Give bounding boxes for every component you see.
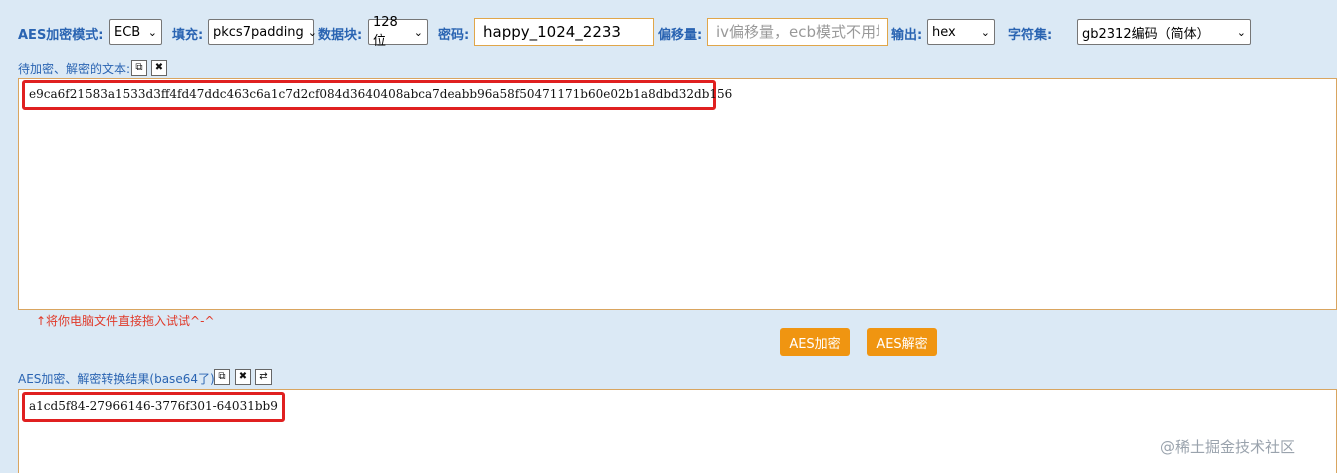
block-label: 数据块:	[318, 28, 363, 43]
padding-select[interactable]: pkcs7padding ⌄	[208, 19, 318, 45]
mode-label: AES加密模式:	[18, 28, 104, 43]
mode-select[interactable]: ECB ⌄	[109, 19, 162, 45]
swap-arrows-icon: ⇄	[259, 371, 268, 382]
padding-label: 填充:	[172, 28, 204, 43]
clear-output-button[interactable]: ✖	[235, 369, 251, 385]
charset-label: 字符集:	[1008, 28, 1053, 43]
chevron-down-icon: ⌄	[980, 25, 990, 39]
input-text: e9ca6f21583a1533d3ff4fd47ddc463c6a1c7d2c…	[29, 87, 733, 101]
copy-output-button[interactable]: ⧉	[214, 369, 230, 385]
input-textarea[interactable]	[18, 78, 1337, 310]
clear-input-button[interactable]: ✖	[151, 60, 167, 76]
chevron-down-icon: ⌄	[307, 25, 318, 39]
password-input[interactable]	[481, 18, 647, 46]
output-label: 输出:	[891, 28, 923, 43]
chevron-down-icon: ⌄	[147, 25, 157, 39]
output-select-value: hex	[932, 24, 956, 40]
password-field[interactable]	[474, 18, 654, 46]
copy-icon: ⧉	[218, 371, 226, 382]
chevron-down-icon: ⌄	[1236, 25, 1246, 39]
watermark: @稀土掘金技术社区	[1160, 438, 1296, 456]
iv-field[interactable]	[707, 18, 888, 46]
charset-select-value: gb2312编码（简体）	[1082, 26, 1210, 42]
aes-encrypt-button[interactable]: AES加密	[780, 328, 850, 356]
output-select[interactable]: hex ⌄	[927, 19, 995, 45]
close-icon: ✖	[238, 371, 248, 382]
output-section-label: AES加密、解密转换结果(base64了):	[18, 372, 219, 386]
output-text: a1cd5f84-27966146-3776f301-64031bb9	[29, 399, 278, 413]
swap-button[interactable]: ⇄	[255, 369, 272, 385]
copy-icon: ⧉	[135, 62, 143, 73]
charset-select[interactable]: gb2312编码（简体） ⌄	[1077, 19, 1251, 45]
mode-select-value: ECB	[114, 24, 141, 40]
aes-decrypt-button[interactable]: AES解密	[867, 328, 937, 356]
padding-select-value: pkcs7padding	[213, 24, 304, 40]
close-icon: ✖	[154, 62, 164, 73]
iv-label: 偏移量:	[658, 28, 703, 43]
block-select-value: 128位	[373, 15, 398, 49]
input-section-label: 待加密、解密的文本:	[18, 62, 131, 76]
chevron-down-icon: ⌄	[413, 25, 423, 39]
block-select[interactable]: 128位 ⌄	[368, 15, 428, 49]
iv-input[interactable]	[714, 18, 881, 46]
copy-input-button[interactable]: ⧉	[131, 60, 147, 76]
drag-hint: ↑将你电脑文件直接拖入试试^-^	[36, 314, 215, 328]
password-label: 密码:	[438, 28, 470, 43]
